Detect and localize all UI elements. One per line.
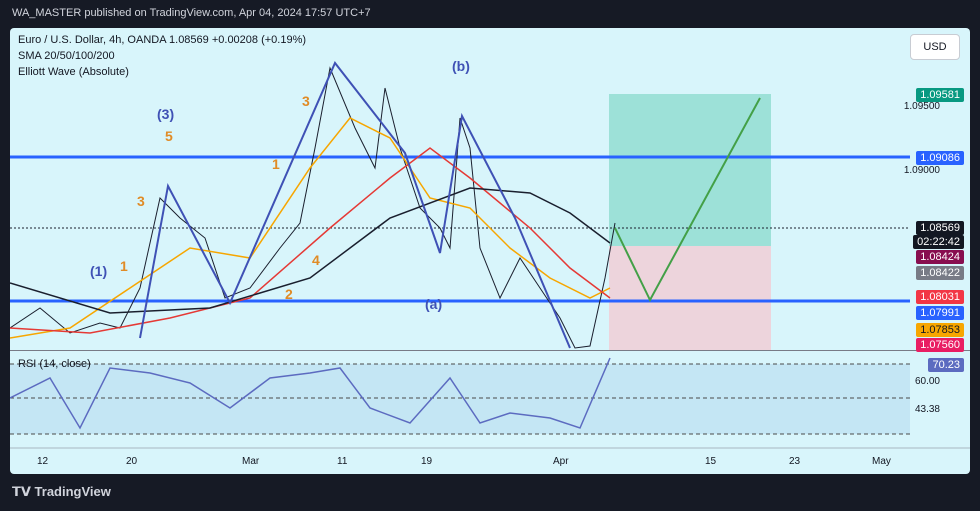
sma-50 — [10, 147, 611, 334]
time-axis-label: 11 — [337, 456, 348, 467]
price-tag-sma20: 1.07853 — [916, 323, 964, 337]
last-price: 1.08569 — [169, 34, 209, 46]
time-axis-label: 15 — [705, 456, 717, 467]
wave-label: (a) — [425, 296, 443, 312]
wave-label: 3 — [137, 193, 145, 209]
price-change: +0.00208 (+0.19%) — [211, 34, 307, 46]
wave-label: (b) — [452, 58, 470, 74]
rsi-level-43: 43.38 — [914, 404, 940, 415]
time-axis-label: 12 — [37, 456, 49, 467]
symbol-title: Euro / U.S. Dollar, 4h, OANDA — [18, 34, 166, 46]
price-axis-label: 1.09500 — [903, 101, 940, 112]
wave-label: 3 — [302, 93, 310, 109]
wave-label: (3) — [157, 106, 175, 122]
wave-label: 5 — [165, 128, 173, 144]
price-chart[interactable]: Euro / U.S. Dollar, 4h, OANDA 1.08569 +0… — [10, 28, 970, 474]
sma-100 — [10, 187, 611, 314]
wave-label: 1 — [272, 156, 280, 172]
price-series — [10, 66, 616, 349]
rsi-level-60: 60.00 — [914, 376, 940, 387]
wave-label: 4 — [312, 252, 320, 268]
stop-zone — [609, 246, 771, 350]
time-axis-label: May — [872, 456, 891, 467]
wave-label: 2 — [285, 286, 293, 302]
price-tag-resistance: 1.09086 — [916, 151, 964, 165]
price-tag-entry: 1.08424 — [916, 250, 964, 264]
price-tag-sma50: 1.08031 — [916, 290, 964, 304]
time-axis-label: 23 — [789, 456, 801, 467]
rsi-band — [10, 364, 910, 434]
sma-indicator-label[interactable]: SMA 20/50/100/200 — [18, 50, 115, 62]
price-tag-target: 1.09581 — [916, 88, 964, 102]
time-axis-label: Apr — [553, 456, 569, 467]
price-tag-support: 1.07991 — [916, 306, 964, 320]
elliott-wave — [139, 61, 571, 349]
tradingview-logo: 𝗧𝗩 TradingView — [12, 484, 111, 499]
time-axis-label: Mar — [242, 456, 260, 467]
price-axis-label: 1.09000 — [903, 165, 940, 176]
tv-logo-icon: 𝗧𝗩 — [12, 484, 35, 499]
price-tag-countdown: 02:22:42 — [913, 235, 964, 249]
publish-header: WA_MASTER published on TradingView.com, … — [12, 7, 371, 19]
rsi-title[interactable]: RSI (14, close) — [18, 358, 91, 370]
time-axis-label: 20 — [126, 456, 138, 467]
symbol-line: Euro / U.S. Dollar, 4h, OANDA 1.08569 +0… — [18, 34, 306, 46]
rsi-value-tag: 70.23 — [928, 358, 964, 372]
currency-button[interactable]: USD — [910, 34, 960, 60]
wave-label: 1 — [120, 258, 128, 274]
price-tag-stop: 1.07560 — [916, 338, 964, 352]
price-tag-last: 1.08569 — [916, 221, 964, 235]
chart-svg — [10, 61, 970, 449]
rsi-separator — [10, 350, 970, 351]
elliott-indicator-label[interactable]: Elliott Wave (Absolute) — [18, 66, 129, 78]
target-zone — [609, 94, 771, 246]
price-tag-sma: 1.08422 — [916, 266, 964, 280]
wave-label: (1) — [90, 263, 108, 279]
time-axis-label: 19 — [421, 456, 433, 467]
